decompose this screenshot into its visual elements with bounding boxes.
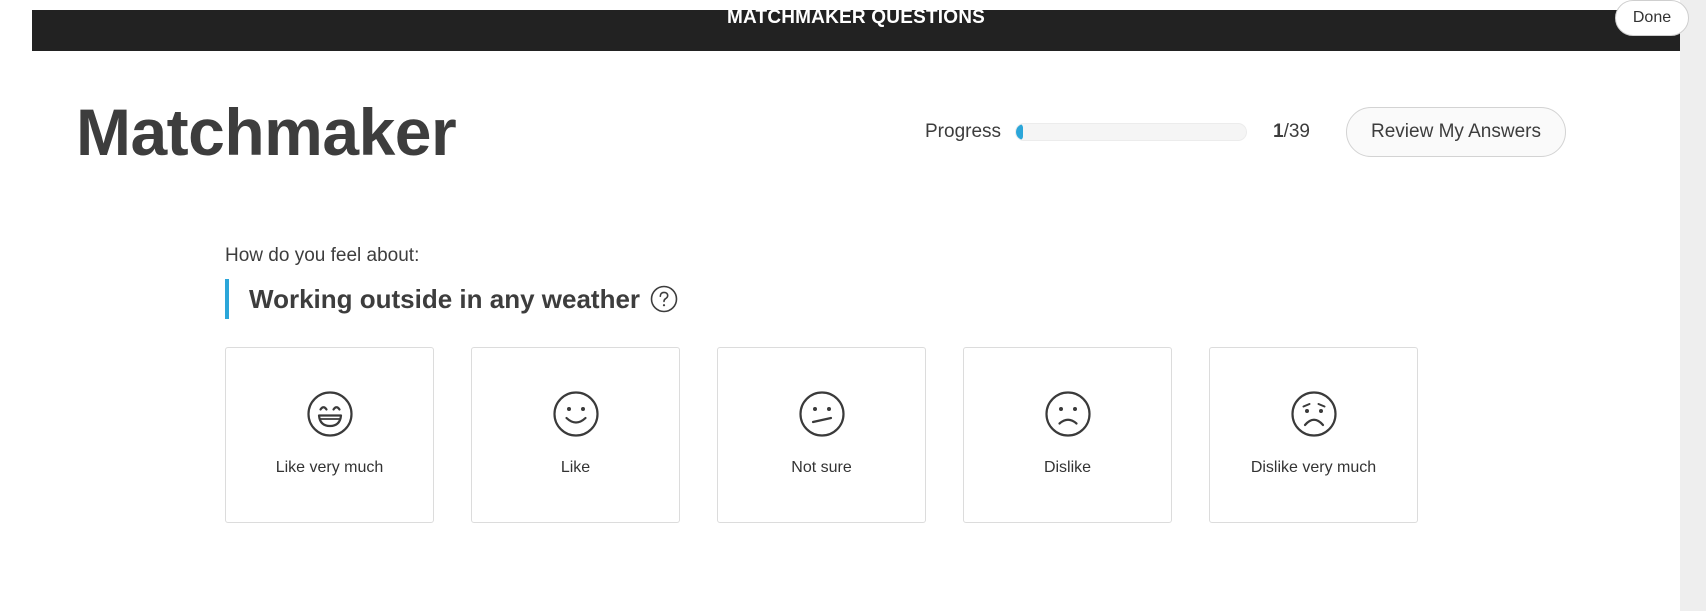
question-circle-icon[interactable]	[650, 285, 678, 313]
progress-total: /39	[1283, 121, 1310, 142]
option-dislike[interactable]: Dislike	[963, 347, 1172, 523]
progress-bar	[1015, 123, 1247, 141]
top-bar: MATCHMAKER QUESTIONS Done	[32, 0, 1689, 51]
progress-bar-fill	[1016, 124, 1023, 140]
option-label: Like very much	[275, 459, 384, 476]
page-title: Matchmaker	[76, 95, 457, 169]
done-button[interactable]: Done	[1615, 0, 1689, 36]
frowning-face-icon	[1045, 391, 1091, 437]
question-text: Working outside in any weather	[249, 284, 641, 314]
progress-label: Progress	[925, 121, 1002, 142]
answer-options: Like very much Like Not sure Dislike Dis…	[225, 347, 1418, 523]
progress-count: 1/39	[1273, 120, 1310, 144]
option-dislike-very-much[interactable]: Dislike very much	[1209, 347, 1418, 523]
option-like[interactable]: Like	[471, 347, 680, 523]
page: MATCHMAKER QUESTIONS Done Matchmaker Pro…	[0, 0, 1706, 611]
option-label: Not sure	[791, 459, 852, 476]
question-prompt: How do you feel about:	[225, 245, 420, 266]
option-label: Dislike very much	[1250, 459, 1377, 476]
top-bar-title: MATCHMAKER QUESTIONS	[726, 7, 986, 28]
review-my-answers-button[interactable]: Review My Answers	[1346, 107, 1566, 157]
option-not-sure[interactable]: Not sure	[717, 347, 926, 523]
question-heading: Working outside in any weather	[225, 279, 678, 319]
option-label: Dislike	[1043, 459, 1092, 476]
unsure-face-icon	[799, 391, 845, 437]
smiling-face-icon	[553, 391, 599, 437]
option-like-very-much[interactable]: Like very much	[225, 347, 434, 523]
grinning-face-icon	[307, 391, 353, 437]
scrollbar-track[interactable]	[1680, 0, 1706, 611]
progress-current: 1	[1273, 121, 1284, 142]
very-sad-face-icon	[1291, 391, 1337, 437]
option-label: Like	[560, 459, 591, 476]
